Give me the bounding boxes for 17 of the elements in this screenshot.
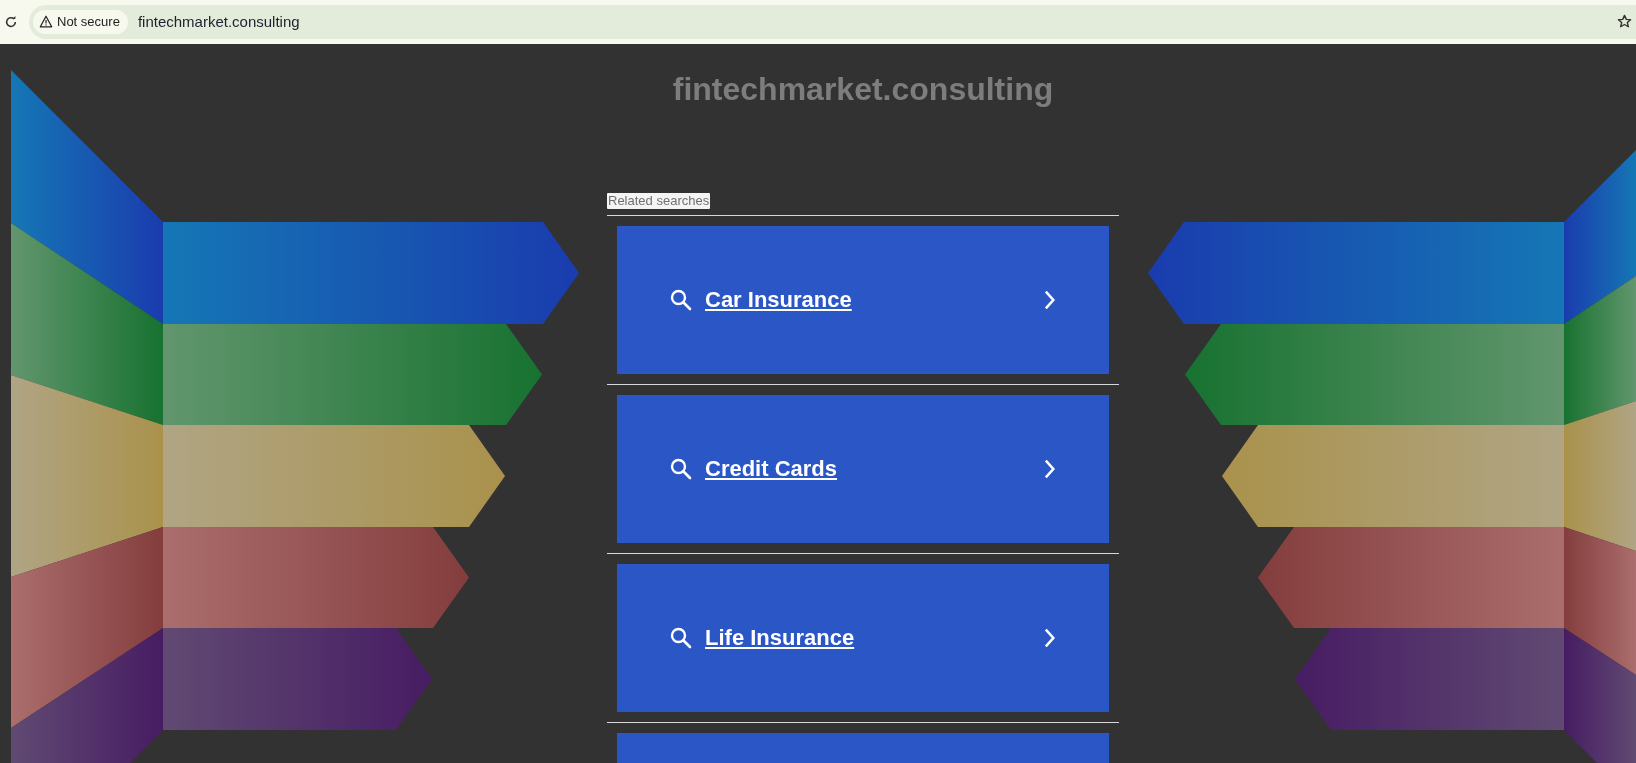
search-icon — [669, 626, 693, 650]
url-text: fintechmarket.consulting — [137, 13, 301, 30]
search-result-link[interactable]: Car Insurance — [617, 226, 1109, 374]
search-result-link[interactable]: Life Insurance — [617, 564, 1109, 712]
address-bar[interactable]: Not secure fintechmarket.consulting — [29, 4, 1636, 39]
bookmark-star-icon[interactable] — [1617, 14, 1632, 29]
search-result-link[interactable]: Credit Cards — [617, 395, 1109, 543]
section-label: Related searches — [607, 193, 711, 209]
search-icon — [669, 288, 693, 312]
reload-icon[interactable] — [4, 14, 18, 29]
chevron-right-icon — [1043, 459, 1057, 479]
chevron-right-icon — [1043, 628, 1057, 648]
site-title: fintechmarket.consulting — [672, 70, 1054, 108]
search-icon — [669, 457, 693, 481]
security-chip[interactable]: Not secure — [33, 9, 128, 34]
chevron-right-icon — [1043, 290, 1057, 310]
warning-icon — [39, 15, 53, 28]
